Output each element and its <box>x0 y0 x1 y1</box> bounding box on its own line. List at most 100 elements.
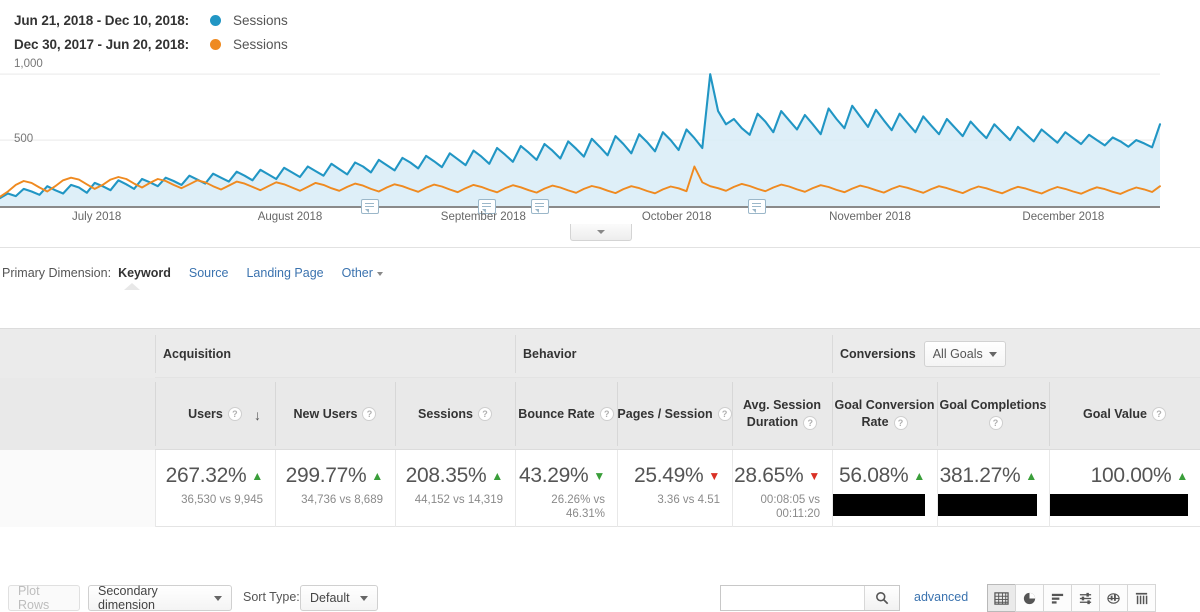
dimension-summary-cell <box>0 450 155 527</box>
group-divider <box>515 335 516 373</box>
chart-divider <box>0 247 1200 248</box>
group-behavior: Behavior <box>515 329 840 379</box>
primary-dimension-source[interactable]: Source <box>189 266 229 280</box>
table-view-icon[interactable] <box>987 584 1016 612</box>
sort-descending-icon[interactable]: ↓ <box>254 407 261 423</box>
metric-percent-change: 28.65% ▼ <box>733 464 820 487</box>
metric-cell: 43.29% ▼ 26.26% vs 46.31% <box>515 450 617 527</box>
help-icon[interactable]: ? <box>803 415 818 430</box>
help-icon[interactable]: ? <box>988 415 1003 430</box>
all-goals-value: All Goals <box>932 347 983 361</box>
primary-dimension-other[interactable]: Other <box>342 266 383 280</box>
cell-divider <box>1049 450 1050 527</box>
metric-cell: 100.00% ▲ <box>1049 450 1200 527</box>
metric-cell: 299.77% ▲ 34,736 vs 8,689 <box>275 450 395 527</box>
plot-rows-button[interactable]: Plot Rows <box>8 584 80 612</box>
view-type-selector <box>987 584 1156 612</box>
y-axis-tick-500: 500 <box>14 133 34 145</box>
search-input[interactable] <box>721 586 864 610</box>
column-divider <box>275 382 276 446</box>
cell-divider <box>732 450 733 527</box>
column-header-goal-completions[interactable]: Goal Completions? <box>937 378 1049 450</box>
sort-type-select[interactable]: Default <box>300 585 378 611</box>
metric-cell: 28.65% ▼ 00:08:05 vs 00:11:20 <box>732 450 832 527</box>
x-axis-label: September 2018 <box>440 211 526 223</box>
primary-dimension-landing-page[interactable]: Landing Page <box>246 266 323 280</box>
sort-type-label: Sort Type: <box>243 590 300 604</box>
primary-dimension-keyword[interactable]: Keyword <box>118 266 171 280</box>
help-icon[interactable]: ? <box>893 415 908 430</box>
help-icon[interactable]: ? <box>477 407 492 422</box>
column-divider <box>832 382 833 446</box>
comparison-view-icon[interactable] <box>1099 584 1128 612</box>
help-icon[interactable]: ? <box>599 407 614 422</box>
help-icon[interactable]: ? <box>1151 407 1166 422</box>
column-group-header-row: Acquisition Behavior Conversions All Goa… <box>0 328 1200 379</box>
pie-chart-view-icon[interactable] <box>1015 584 1044 612</box>
arrow-down-icon: ▼ <box>708 469 720 483</box>
arrow-up-icon: ▲ <box>1176 469 1188 483</box>
column-header-pages-session[interactable]: Pages / Session? <box>617 378 732 450</box>
y-axis-tick-1000: 1,000 <box>14 58 43 70</box>
help-icon[interactable]: ? <box>362 407 377 422</box>
column-header-label: Goal Conversion Rate? <box>834 398 935 430</box>
column-header-users[interactable]: Users? ↓ <box>155 378 275 450</box>
column-header-sessions[interactable]: Sessions? <box>395 378 515 450</box>
column-divider <box>937 382 938 446</box>
metric-cell: 208.35% ▲ 44,152 vs 14,319 <box>395 450 515 527</box>
primary-dimension-label: Primary Dimension: <box>2 266 112 280</box>
metric-comparison-values: 44,152 vs 14,319 <box>414 494 503 506</box>
column-header-goal-value[interactable]: Goal Value? <box>1049 378 1200 450</box>
legend-date-range-primary: Jun 21, 2018 - Dec 10, 2018: <box>14 12 190 28</box>
column-header-label: Avg. Session Duration? <box>742 398 822 430</box>
column-divider <box>617 382 618 446</box>
group-acquisition: Acquisition <box>155 329 523 379</box>
column-header-label: Goal Value? <box>1083 406 1166 423</box>
cell-divider <box>617 450 618 527</box>
column-divider <box>732 382 733 446</box>
pie-icon <box>1023 592 1036 604</box>
column-header-bounce-rate[interactable]: Bounce Rate? <box>515 378 617 450</box>
x-axis-label: October 2018 <box>641 211 712 223</box>
group-divider <box>832 335 833 373</box>
group-behavior-label: Behavior <box>523 347 577 361</box>
legend-color-dot-comparison <box>210 38 221 50</box>
google-analytics-report: Jun 21, 2018 - Dec 10, 2018: Sessions De… <box>0 0 1200 612</box>
arrow-up-icon: ▲ <box>1025 469 1037 483</box>
chevron-down-icon <box>376 271 383 276</box>
help-icon[interactable]: ? <box>227 407 242 422</box>
annotations-expander-button[interactable] <box>570 224 632 241</box>
chevron-down-icon <box>360 595 368 601</box>
search-button[interactable] <box>864 586 899 610</box>
x-axis-label: August 2018 <box>257 211 323 223</box>
column-header-row: Users? ↓ New Users? Sessions? Bounce Rate? Pa… <box>0 378 1200 450</box>
column-header-label: Sessions? <box>418 406 492 423</box>
metric-comparison-values: 26.26% vs 46.31% <box>551 494 605 520</box>
chart-plot-area[interactable] <box>0 55 1200 220</box>
column-header-goal-conversion-rate[interactable]: Goal Conversion Rate? <box>832 378 937 450</box>
sessions-timeline-chart[interactable] <box>0 55 1200 220</box>
bar-chart-view-icon[interactable] <box>1043 584 1072 612</box>
column-header-avg-session-duration[interactable]: Avg. Session Duration? <box>732 378 832 450</box>
column-header-label: Goal Completions? <box>939 398 1047 430</box>
performance-view-icon[interactable] <box>1071 584 1100 612</box>
all-goals-select[interactable]: All Goals <box>923 341 1006 367</box>
pivot-view-icon[interactable] <box>1127 584 1156 612</box>
legend-color-dot-primary <box>210 14 221 26</box>
metric-comparison-values: 36,530 vs 9,945 <box>181 494 263 506</box>
help-icon[interactable]: ? <box>717 407 732 422</box>
chevron-down-icon <box>214 595 222 601</box>
column-header-label: New Users? <box>294 406 377 423</box>
advanced-search-link[interactable]: advanced <box>914 590 968 604</box>
plot-rows-label: Plot Rows <box>18 584 50 612</box>
secondary-dimension-button[interactable]: Secondary dimension <box>88 584 232 612</box>
dimension-group-cell <box>0 329 155 379</box>
table-toolbar: Plot Rows Secondary dimension Sort Type:… <box>0 290 1200 612</box>
column-divider <box>155 382 156 446</box>
metric-comparison-values: 00:08:05 vs 00:11:20 <box>760 494 820 520</box>
table-row[interactable]: 267.32% ▲ 36,530 vs 9,945 299.77% ▲ 34,736 vs… <box>0 450 1200 527</box>
column-header-new-users[interactable]: New Users? <box>275 378 395 450</box>
redaction-bar <box>1049 494 1188 516</box>
table-search-box[interactable] <box>720 585 900 611</box>
metric-percent-change: 267.32% ▲ <box>165 464 264 487</box>
